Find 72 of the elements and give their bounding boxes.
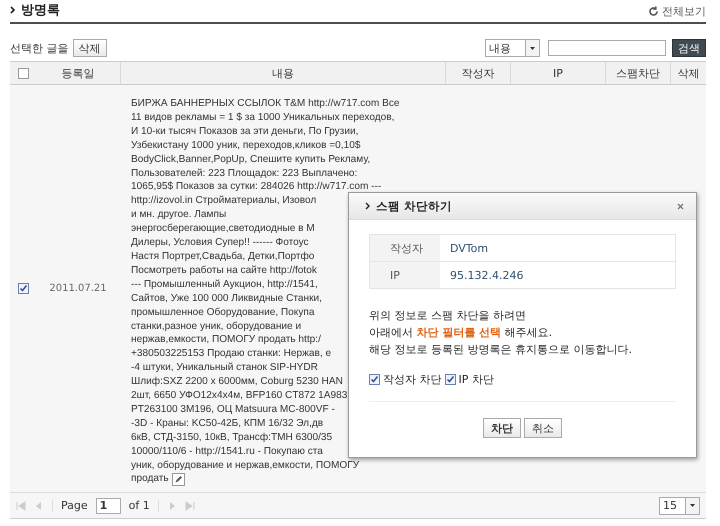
info-value: DVTom — [450, 242, 488, 254]
content-line: энергосберегающие,светодиодные в М — [131, 222, 315, 236]
column-header: 작성자 — [462, 66, 494, 80]
previous-page-icon[interactable] — [34, 500, 44, 511]
content-line: +380503225153 Продаю станки: Нержав, е — [131, 347, 332, 362]
content-line: промышленное Оборудование, Покупа — [131, 306, 314, 320]
page-size-select[interactable]: 15 — [659, 496, 700, 515]
caret-icon — [690, 504, 695, 508]
dialog-button[interactable]: 차단 — [483, 418, 521, 438]
content-line: Пользователей: 223 Площадок: 223 Выплачено: — [131, 166, 358, 180]
message-line: 위의 정보로 스팸 차단을 하려면 — [369, 309, 526, 322]
content-line: 6кВ, СТД-3150, 10кВ, Трансф:ТМН 6300/35 — [131, 430, 332, 445]
column-header: 내용 — [272, 66, 294, 80]
refresh-icon — [648, 6, 659, 17]
content-line: -3D - Краны: KC50-42Б, КПМ 16/32 Эл,дв — [131, 416, 324, 431]
page-number-field[interactable]: 1 — [96, 498, 121, 514]
content-line: станки,разное уник, оборудование и — [131, 320, 302, 334]
caret-icon — [530, 46, 535, 50]
content-line: PT263100 3M196, ОЦ Matsuura MC-800VF - — [131, 402, 335, 417]
first-page-icon[interactable] — [16, 500, 26, 511]
content-line: И 10-ки тысяч Показов за эти деньги, По Грузии, — [131, 124, 358, 139]
row-checkbox[interactable] — [18, 283, 28, 294]
search-type-select[interactable]: 내용 — [485, 39, 540, 57]
close-icon[interactable] — [677, 202, 684, 210]
edit-icon[interactable] — [172, 472, 185, 486]
content-line: БИРЖА БАННЕРНЫХ ССЫЛОК T&M http://w717.com Все — [131, 97, 400, 111]
column-header: 등록일 — [62, 66, 94, 80]
content-line: -4 штуки, Уникальный станок SIP-HYDR — [131, 361, 318, 376]
content-line: нержав,емкости, ПОМОГУ продать http:/ — [131, 333, 321, 348]
info-value: 95.132.4.246 — [450, 268, 524, 282]
page-count: of 1 — [128, 499, 150, 512]
chevron-icon — [10, 6, 16, 14]
date-cell: 2011.07.21 — [49, 283, 107, 294]
content-line: 11 видов рекламы = 1 $ за 1000 Уникальных переходов, — [131, 110, 394, 125]
block-option-checkbox[interactable] — [444, 374, 456, 385]
content-line: 1065,95$ Показов за сутки: 284026 http://w717.com --- — [131, 180, 382, 194]
content-line: 10000/110/6 - http://1541.ru - Покупаю ста — [131, 444, 323, 459]
search-button[interactable]: 검색 — [672, 39, 706, 57]
content-line: Настя Портрет,Свадьба, Детки,Портфо — [131, 250, 314, 264]
content-line: Посмотреть работы на сайте http://fotok — [131, 264, 317, 278]
dialog-title: 스팸 차단하기 — [376, 198, 452, 214]
column-header: 스팸차단 — [616, 66, 660, 80]
option-label[interactable]: 작성자 차단 — [383, 372, 442, 387]
content-line: http://izovol.in Стройматериалы, Изовол — [131, 194, 316, 208]
column-header: 삭제 — [678, 66, 700, 80]
content-line: Сайтов, Уже 100 000 Ликвидные Станки, — [131, 292, 322, 306]
info-label: 작성자 — [390, 240, 423, 256]
dialog-button[interactable]: 취소 — [524, 418, 562, 438]
content-line: Шлиф:SXZ 2200 x 6000мм, Coburg 5230 HAN — [131, 375, 343, 390]
message-line: 해당 정보로 등록된 방명록은 휴지통으로 이동합니다. — [369, 343, 632, 356]
page-title: 방명록 — [21, 2, 60, 19]
selected-posts-label: 선택한 글을 — [10, 40, 68, 56]
last-page-icon[interactable] — [184, 500, 195, 511]
select-all-checkbox[interactable] — [18, 68, 28, 78]
delete-button[interactable]: 삭제 — [72, 39, 106, 57]
search-field[interactable] — [548, 40, 666, 56]
content-line: --- Промышленный Аукцион, http://1541, — [131, 278, 318, 292]
content-line: Дилеры, Условия Супер!! ------ Фотоус — [131, 236, 309, 250]
content-line: и мн. другое. Лампы — [131, 208, 226, 222]
message-line: 아래에서 차단 필터를 선택 해주세요. — [369, 326, 552, 339]
content-line: продать — [131, 472, 169, 486]
content-line: уник, оборудование и нержав,емкости, ПОМОГУ — [131, 458, 360, 472]
block-option-checkbox[interactable] — [369, 374, 380, 385]
page-label: Page — [61, 499, 88, 512]
content-line: BodyClick,Banner,PopUp, Спешите купить Рекламу, — [131, 152, 370, 167]
content-line: 2шт, 6650 УФО12x4x4м, BFP160 CT872 1A983 — [131, 389, 348, 403]
chevron-icon — [365, 202, 371, 210]
content-line: Узбекистану 1000 уник, переходов,кликов =0,10$ — [131, 138, 360, 153]
info-label: IP — [390, 268, 400, 282]
view-all-link[interactable]: 전체보기 — [648, 4, 706, 19]
option-label[interactable]: IP 차단 — [458, 372, 494, 387]
column-header: IP — [553, 66, 563, 80]
